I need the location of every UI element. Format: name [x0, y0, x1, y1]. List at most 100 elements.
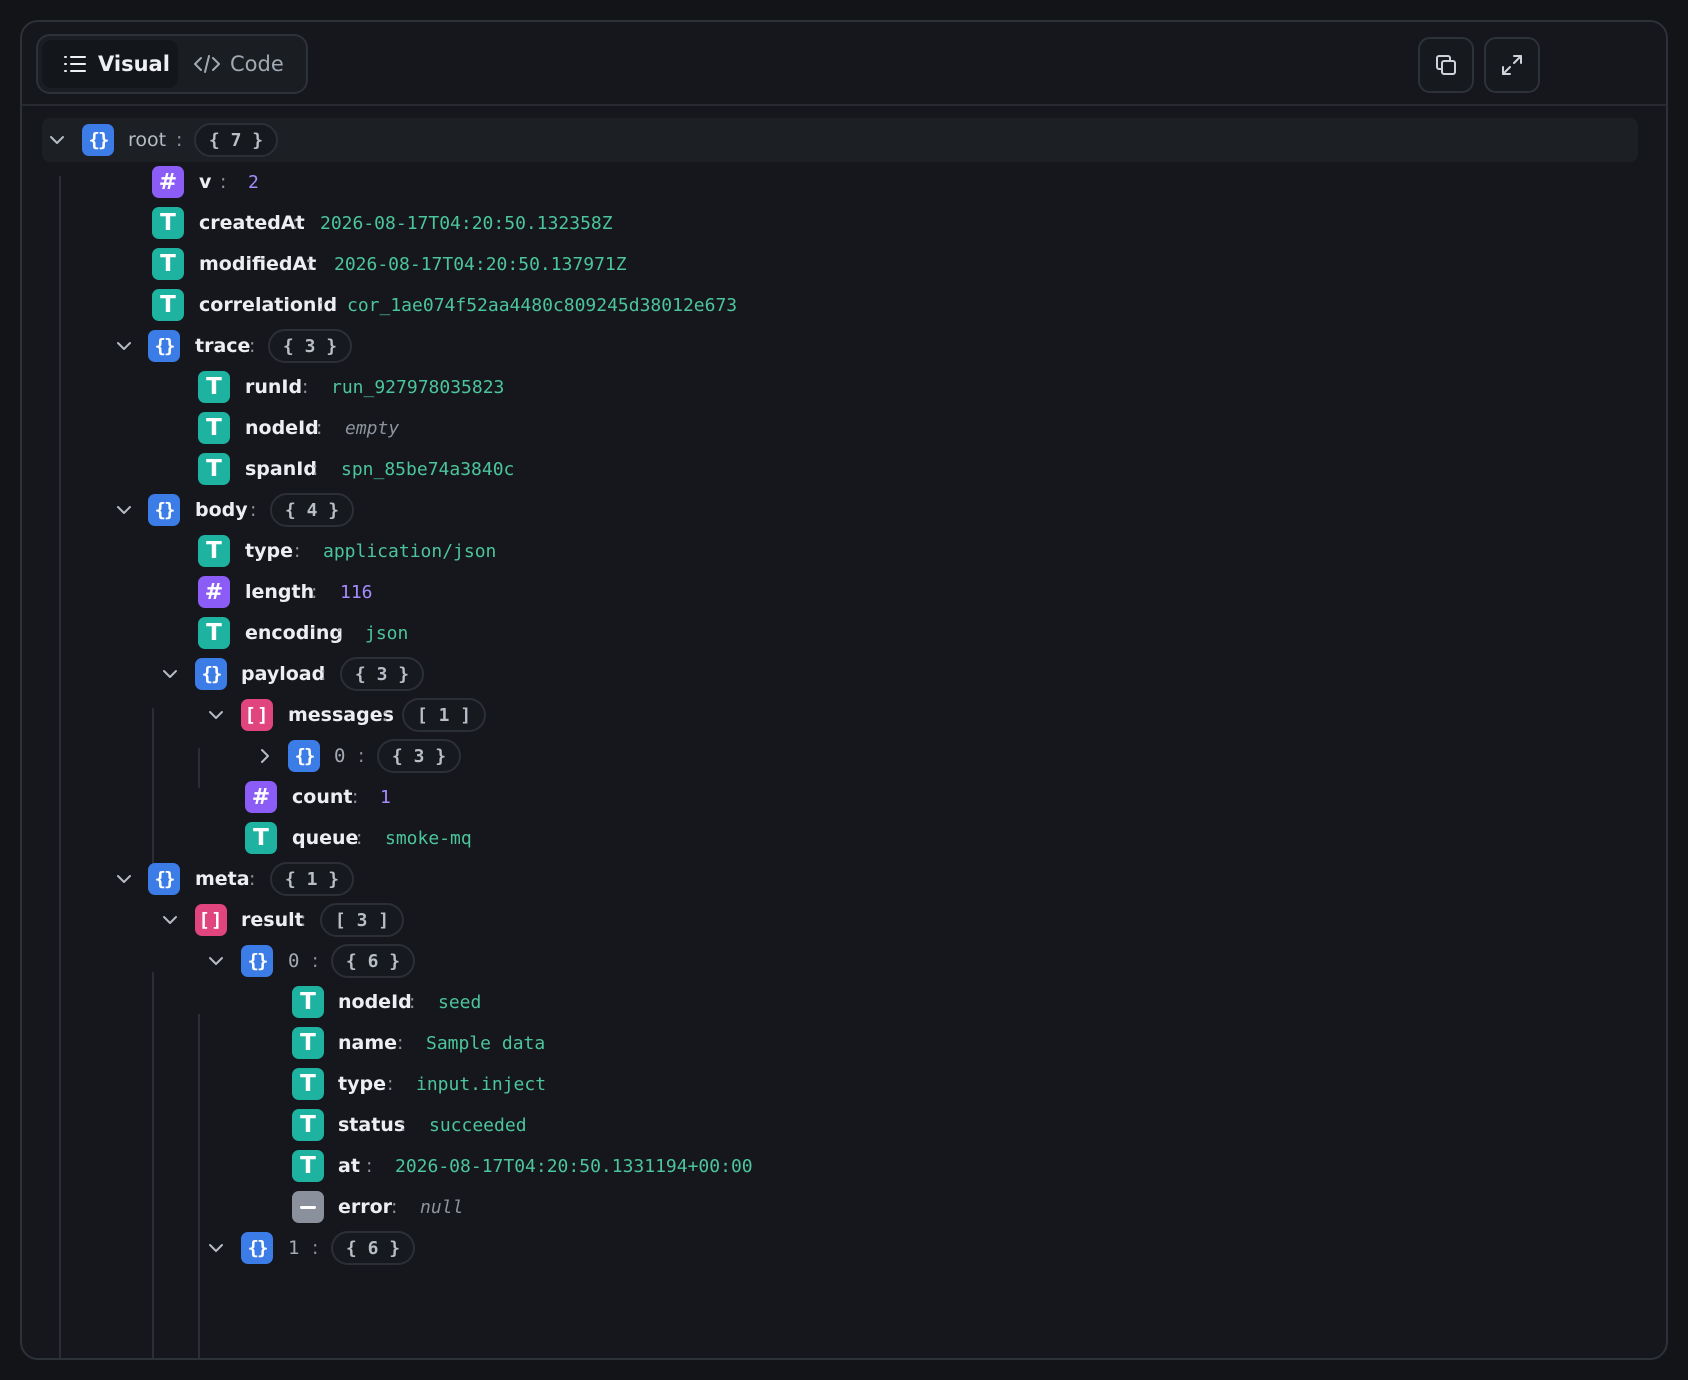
- tree-node-count[interactable]: # count : 1: [22, 775, 1666, 819]
- colon: :: [382, 704, 389, 726]
- chevron-down-icon[interactable]: [115, 501, 133, 519]
- node-value: 2026-08-17T04:20:50.132358Z: [320, 212, 613, 234]
- tree-node-result-0[interactable]: {} 0 : { 6 }: [22, 939, 1666, 983]
- node-value: application/json: [323, 540, 497, 562]
- node-key: at: [338, 1155, 360, 1177]
- node-key: 1: [288, 1237, 300, 1259]
- node-key: nodeId: [338, 991, 412, 1013]
- string-icon: T: [152, 289, 184, 321]
- number-icon: #: [245, 781, 277, 813]
- null-icon: [292, 1191, 324, 1223]
- object-icon: {}: [82, 124, 114, 156]
- node-key: name: [338, 1032, 398, 1054]
- node-value: Sample data: [426, 1032, 546, 1054]
- string-icon: T: [152, 207, 184, 239]
- node-summary: { 6 }: [331, 944, 415, 978]
- tree-node-result-0-error[interactable]: error : null: [22, 1185, 1666, 1229]
- colon: :: [292, 212, 299, 234]
- node-value: empty: [345, 417, 400, 439]
- tree-node-result-0-at[interactable]: T at : 2026-08-17T04:20:50.1331194+00:00: [22, 1144, 1666, 1188]
- string-icon: T: [152, 248, 184, 280]
- tree-node-nodeId[interactable]: T nodeId : empty: [22, 406, 1666, 450]
- node-key: type: [245, 540, 293, 562]
- string-icon: T: [292, 1027, 324, 1059]
- node-key: 0: [334, 745, 346, 767]
- node-key: trace: [195, 335, 251, 357]
- tree-node-length[interactable]: # length : 116: [22, 570, 1666, 614]
- object-icon: {}: [241, 945, 273, 977]
- chevron-down-icon[interactable]: [207, 1239, 225, 1257]
- colon: :: [302, 376, 309, 398]
- tree-node-messages[interactable]: [] messages : [ 1 ]: [22, 693, 1666, 737]
- tree-node-payload[interactable]: {} payload : { 3 }: [22, 652, 1666, 696]
- colon: :: [387, 1073, 394, 1095]
- object-icon: {}: [288, 740, 320, 772]
- node-key: runId: [245, 376, 303, 398]
- string-icon: T: [198, 535, 230, 567]
- node-key: 0: [288, 950, 300, 972]
- colon: :: [312, 1237, 319, 1259]
- tree-node-spanId[interactable]: T spanId : spn_85be74a3840c: [22, 447, 1666, 491]
- chevron-down-icon[interactable]: [115, 337, 133, 355]
- tree-node-result-0-status[interactable]: T status : succeeded: [22, 1103, 1666, 1147]
- tree-node-result-1[interactable]: {} 1 : { 6 }: [22, 1226, 1666, 1270]
- tree-node-messages-0[interactable]: {} 0 : { 3 }: [22, 734, 1666, 778]
- node-key: modifiedAt: [199, 253, 317, 275]
- colon: :: [356, 827, 363, 849]
- node-key: status: [338, 1114, 406, 1136]
- colon: :: [294, 540, 301, 562]
- node-value: smoke-mq: [385, 827, 472, 849]
- tab-visual-label: Visual: [98, 52, 170, 76]
- tree-node-trace[interactable]: {} trace : { 3 }: [22, 324, 1666, 368]
- colon: :: [311, 581, 318, 603]
- tree-node-correlationId[interactable]: T correlationId : cor_1ae074f52aa4480c80…: [22, 283, 1666, 327]
- chevron-down-icon[interactable]: [115, 870, 133, 888]
- tree-node-result-0-name[interactable]: T name : Sample data: [22, 1021, 1666, 1065]
- node-key: count: [292, 786, 353, 808]
- node-key: root: [128, 129, 167, 151]
- node-key: messages: [288, 704, 394, 726]
- chevron-down-icon[interactable]: [48, 131, 66, 149]
- tree-node-createdAt[interactable]: T createdAt : 2026-08-17T04:20:50.132358…: [22, 201, 1666, 245]
- tab-visual[interactable]: Visual: [42, 40, 178, 88]
- tree-node-v[interactable]: # v : 2: [22, 160, 1666, 204]
- node-value: run_927978035823: [331, 376, 505, 398]
- tree-node-encoding[interactable]: T encoding : json: [22, 611, 1666, 655]
- tree-node-meta[interactable]: {} meta : { 1 }: [22, 857, 1666, 901]
- tree-node-type[interactable]: T type : application/json: [22, 529, 1666, 573]
- node-summary: { 7 }: [194, 123, 278, 157]
- tree-node-result-0-nodeId[interactable]: T nodeId : seed: [22, 980, 1666, 1024]
- copy-button[interactable]: [1418, 37, 1474, 93]
- chevron-down-icon[interactable]: [161, 911, 179, 929]
- list-icon: [64, 56, 86, 72]
- tree-node-root[interactable]: {} root : { 7 }: [42, 118, 1638, 162]
- tab-code[interactable]: Code: [178, 40, 302, 88]
- chevron-down-icon[interactable]: [207, 706, 225, 724]
- string-icon: T: [198, 371, 230, 403]
- node-summary: { 6 }: [331, 1231, 415, 1265]
- tree-node-modifiedAt[interactable]: T modifiedAt : 2026-08-17T04:20:50.13797…: [22, 242, 1666, 286]
- node-value: input.inject: [416, 1073, 547, 1095]
- tree-node-result[interactable]: [] result : [ 3 ]: [22, 898, 1666, 942]
- node-value: 2026-08-17T04:20:50.1331194+00:00: [395, 1155, 753, 1177]
- tree-node-runId[interactable]: T runId : run_927978035823: [22, 365, 1666, 409]
- expand-button[interactable]: [1484, 37, 1540, 93]
- string-icon: T: [245, 822, 277, 854]
- chevron-down-icon[interactable]: [161, 665, 179, 683]
- tree-node-queue[interactable]: T queue : smoke-mq: [22, 816, 1666, 860]
- chevron-down-icon[interactable]: [207, 952, 225, 970]
- node-value: 2026-08-17T04:20:50.137971Z: [334, 253, 627, 275]
- string-icon: T: [292, 1109, 324, 1141]
- colon: :: [220, 171, 227, 193]
- node-key: result: [241, 909, 304, 931]
- node-value: 116: [340, 581, 373, 603]
- colon: :: [312, 458, 319, 480]
- tree-node-result-0-type[interactable]: T type : input.inject: [22, 1062, 1666, 1106]
- node-summary: [ 1 ]: [402, 698, 486, 732]
- node-summary: { 3 }: [377, 739, 461, 773]
- chevron-right-icon[interactable]: [256, 747, 274, 765]
- string-icon: T: [198, 453, 230, 485]
- colon: :: [336, 622, 343, 644]
- toolbar: Visual Code: [22, 22, 1666, 106]
- tree-node-body[interactable]: {} body : { 4 }: [22, 488, 1666, 532]
